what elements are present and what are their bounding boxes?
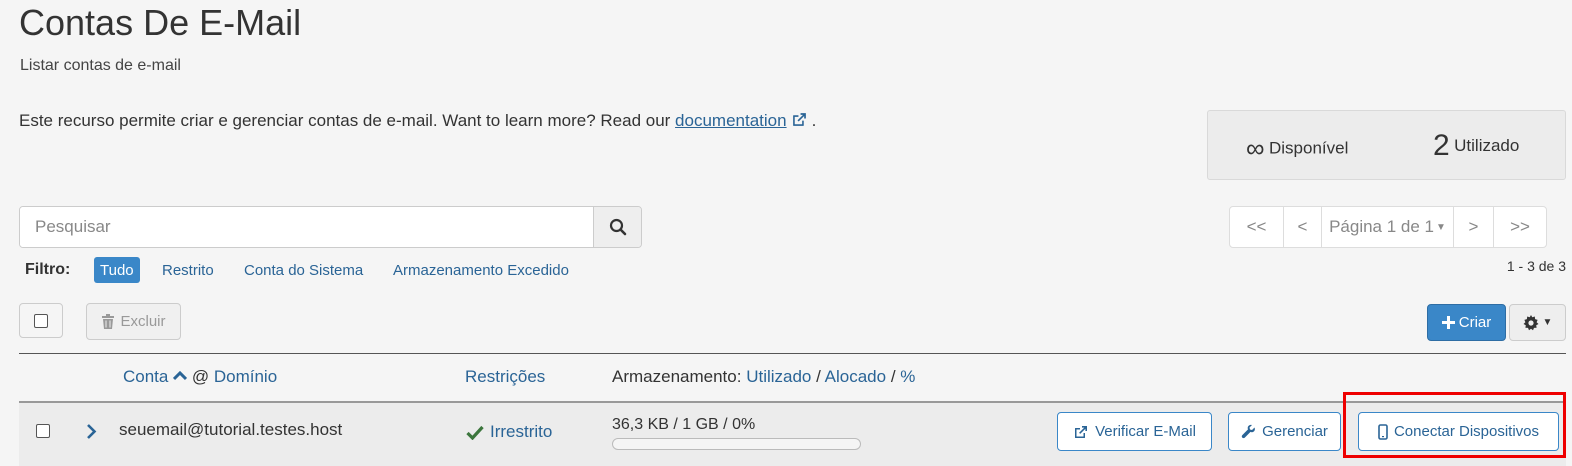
wrench-icon — [1241, 424, 1255, 439]
sort-up-icon[interactable] — [173, 370, 188, 381]
manage-button[interactable]: Gerenciar — [1228, 412, 1341, 451]
check-email-button[interactable]: Verificar E-Mail — [1057, 412, 1212, 451]
used-value: 2 — [1433, 129, 1450, 162]
filter-all[interactable]: Tudo — [94, 257, 140, 283]
description-text: Este recurso permite criar e gerenciar c… — [19, 111, 676, 130]
sort-domain-link[interactable]: Domínio — [214, 367, 277, 386]
used-stat: 2 Utilizado — [1433, 129, 1519, 163]
sort-account-link[interactable]: Conta — [123, 367, 168, 386]
expand-chevron-icon[interactable] — [86, 423, 97, 440]
available-value: ∞ — [1246, 133, 1265, 163]
account-stats-panel: ∞ Disponível 2 Utilizado — [1207, 110, 1566, 180]
search-input[interactable] — [20, 207, 594, 247]
table-top-divider — [19, 353, 1566, 354]
search-button[interactable] — [593, 207, 641, 247]
sort-percent-link[interactable]: % — [900, 367, 915, 386]
restriction-status[interactable]: Irrestrito — [466, 422, 552, 442]
highlight-box — [1343, 392, 1566, 458]
plus-icon — [1441, 316, 1455, 329]
header-separator: / — [816, 367, 821, 386]
manage-label: Gerenciar — [1262, 423, 1328, 440]
header-account-domain: Conta @ Domínio — [123, 367, 277, 387]
description-suffix: . — [811, 111, 817, 130]
prev-page-button[interactable]: < — [1284, 207, 1322, 247]
storage-usage-text: 36,3 KB / 1 GB / 0% — [612, 416, 756, 433]
external-link-icon[interactable] — [791, 111, 808, 128]
storage-progress-bar — [612, 438, 861, 450]
row-checkbox[interactable] — [36, 424, 50, 438]
search-box — [19, 206, 642, 248]
settings-button[interactable]: ▼ — [1509, 304, 1566, 341]
storage-header-label: Armazenamento: — [612, 367, 742, 386]
sort-allocated-link[interactable]: Alocado — [825, 367, 886, 386]
check-email-label: Verificar E-Mail — [1095, 423, 1196, 440]
caret-down-icon: ▼ — [1542, 317, 1553, 328]
sort-used-link[interactable]: Utilizado — [746, 367, 811, 386]
documentation-link[interactable]: documentation — [675, 111, 787, 130]
header-storage: Armazenamento: Utilizado / Alocado / % — [612, 367, 915, 387]
first-page-button[interactable]: << — [1230, 207, 1284, 247]
available-label: Disponível — [1269, 138, 1349, 158]
select-all-button[interactable] — [19, 303, 63, 338]
create-label: Criar — [1458, 314, 1492, 331]
caret-down-icon: ▼ — [1436, 221, 1446, 233]
page-subtitle: Listar contas de e-mail — [20, 57, 181, 74]
page-select-label: Página 1 de 1 — [1329, 217, 1434, 236]
header-restrictions: Restrições — [465, 367, 545, 387]
trash-icon — [102, 314, 115, 329]
results-count: 1 - 3 de 3 — [1506, 258, 1566, 274]
search-icon — [609, 218, 626, 236]
account-email: seuemail@tutorial.testes.host — [119, 420, 343, 439]
used-label: Utilizado — [1454, 136, 1520, 155]
check-icon — [466, 425, 484, 440]
filter-storage-exceeded[interactable]: Armazenamento Excedido — [387, 257, 575, 283]
gear-icon — [1523, 314, 1539, 330]
create-button[interactable]: Criar — [1427, 304, 1506, 341]
delete-button[interactable]: Excluir — [86, 303, 181, 340]
select-all-checkbox[interactable] — [34, 313, 48, 328]
restriction-label: Irrestrito — [490, 422, 553, 441]
page-select[interactable]: Página 1 de 1 ▼ — [1322, 207, 1454, 247]
next-page-button[interactable]: > — [1454, 207, 1494, 247]
filter-system-account[interactable]: Conta do Sistema — [238, 257, 369, 283]
filter-label: Filtro: — [25, 261, 71, 278]
pagination: << < Página 1 de 1 ▼ > >> — [1229, 206, 1547, 248]
page-title: Contas De E-Mail — [19, 2, 302, 43]
sort-restrictions-link[interactable]: Restrições — [465, 367, 545, 386]
header-at: @ — [191, 367, 210, 386]
last-page-button[interactable]: >> — [1494, 207, 1546, 247]
external-link-icon — [1075, 425, 1088, 438]
filter-restricted[interactable]: Restrito — [156, 257, 220, 283]
available-stat: ∞ Disponível — [1246, 133, 1348, 164]
header-separator: / — [890, 367, 896, 386]
page-description: Este recurso permite criar e gerenciar c… — [19, 111, 816, 131]
delete-label: Excluir — [120, 313, 166, 330]
